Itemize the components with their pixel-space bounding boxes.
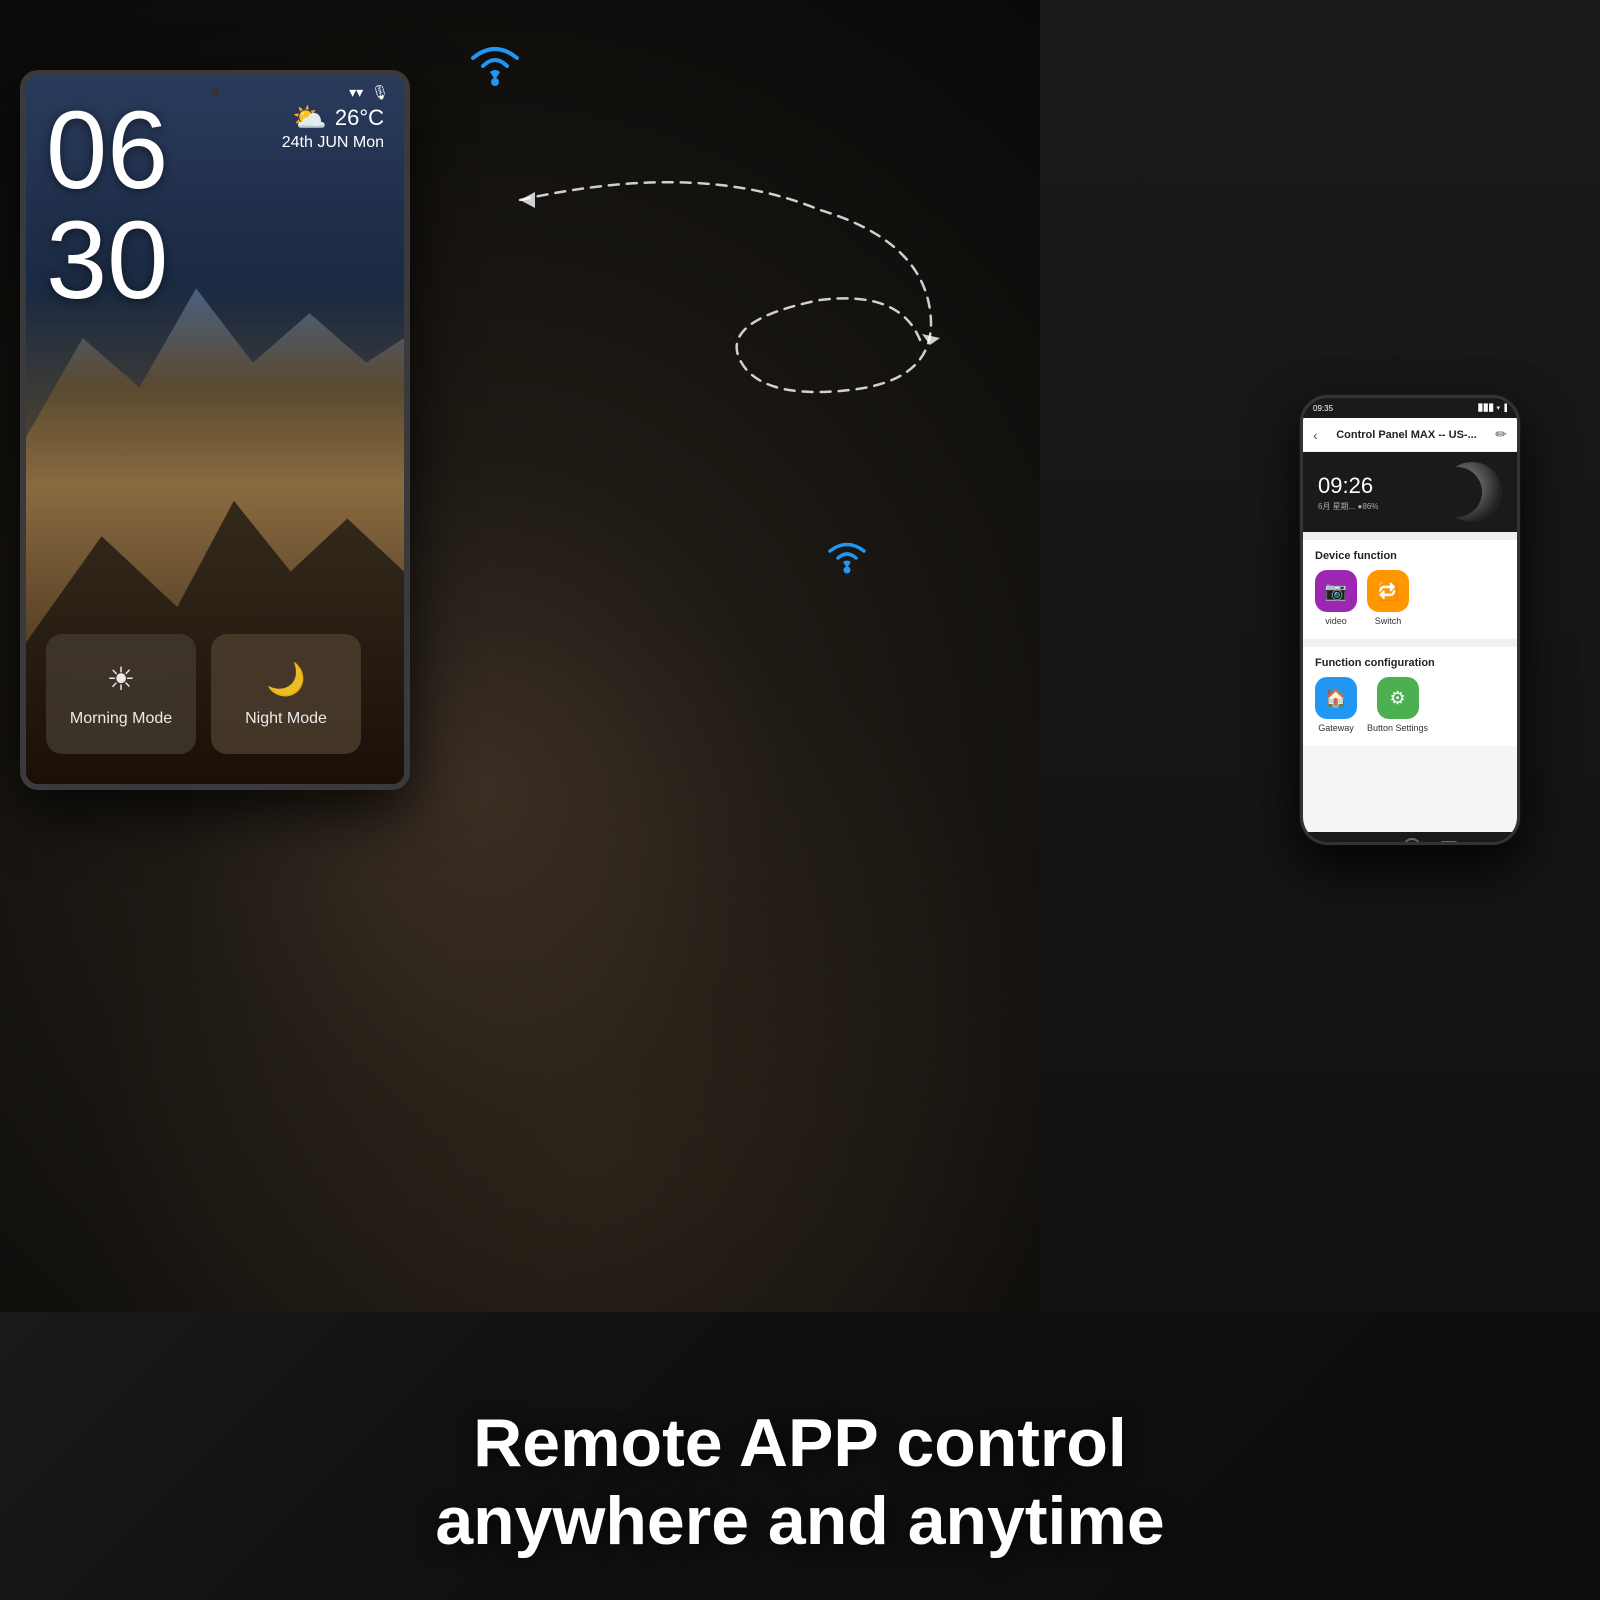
button-settings-label: Button Settings [1367, 723, 1428, 733]
gateway-icon-circle: 🏠 [1315, 677, 1357, 719]
night-mode-button[interactable]: 🌙 Night Mode [211, 634, 361, 754]
phone-app-header: ‹ Control Panel MAX -- US-... ✏ [1303, 418, 1517, 452]
tablet-weather: ⛅ 26°C 24th JUN Mon [282, 101, 384, 152]
function-item-switch[interactable]: 🔁 Switch [1367, 570, 1409, 626]
tablet-mic-icon: 🎙 [371, 84, 389, 101]
switch-icon: 🔁 [1377, 581, 1399, 602]
night-mode-label: Night Mode [245, 710, 327, 728]
phone-status-bar: 09:35 ▊▊▊ ▾ ▐ [1303, 398, 1517, 418]
phone-time: 09:35 [1313, 404, 1333, 413]
gateway-icon: 🏠 [1325, 688, 1347, 709]
preview-clock-time: 09:26 [1318, 473, 1378, 499]
phone-device-preview: 09:26 6月 星期... ●86% [1303, 452, 1517, 532]
phone-status-icons: ▊▊▊ ▾ ▐ [1478, 404, 1507, 412]
preview-date: 6月 星期... ●86% [1318, 501, 1378, 512]
phone-wifi-icon: ▾ [1497, 404, 1501, 412]
phone-device: 09:35 ▊▊▊ ▾ ▐ ‹ Control Panel MAX -- US-… [1300, 395, 1520, 845]
function-config-title: Function configuration [1315, 657, 1505, 669]
tablet-clock-minute: 30 [46, 206, 168, 316]
phone-battery-icon: ▐ [1502, 405, 1507, 412]
function-config-row: 🏠 Gateway ⚙ Button Settings [1315, 677, 1505, 733]
tablet-wifi-status-icon: ▾▾ [349, 84, 363, 101]
function-config-section: Function configuration 🏠 Gateway ⚙ Butto… [1303, 647, 1517, 746]
phone-back-button[interactable]: ‹ [1313, 427, 1318, 443]
tablet-screen: ▾▾ 🎙 06 30 ⛅ 26°C 24th JUN Mon ☀ Morning… [26, 76, 404, 784]
button-settings-icon: ⚙ [1389, 688, 1405, 709]
function-item-gateway[interactable]: 🏠 Gateway [1315, 677, 1357, 733]
tablet-clock-hour: 06 [46, 96, 168, 206]
tagline-line1: Remote APP control [60, 1404, 1540, 1482]
gateway-label: Gateway [1318, 723, 1354, 733]
morning-mode-label: Morning Mode [70, 710, 172, 728]
nav-back-icon[interactable] [1441, 841, 1457, 845]
device-function-row: 📷 video 🔁 Switch [1315, 570, 1505, 626]
bottom-tagline: Remote APP control anywhere and anytime [0, 1404, 1600, 1560]
phone-panel-title: Control Panel MAX -- US-... [1336, 429, 1477, 441]
preview-moon-image [1442, 462, 1502, 522]
tablet-top-bar: ▾▾ 🎙 [349, 84, 389, 101]
video-label: video [1325, 616, 1347, 626]
weather-temp: 26°C [335, 105, 384, 131]
tablet-camera [211, 88, 219, 96]
phone-edit-button[interactable]: ✏ [1495, 426, 1507, 443]
device-function-section: Device function 📷 video 🔁 Switch [1303, 540, 1517, 639]
tagline-line2: anywhere and anytime [60, 1482, 1540, 1560]
device-function-title: Device function [1315, 550, 1505, 562]
weather-icon: ⛅ [292, 101, 327, 134]
function-item-button-settings[interactable]: ⚙ Button Settings [1367, 677, 1428, 733]
wifi-signal-tablet-icon [460, 30, 530, 109]
phone-section-divider-2 [1303, 639, 1517, 647]
morning-mode-button[interactable]: ☀ Morning Mode [46, 634, 196, 754]
video-icon: 📷 [1325, 581, 1347, 602]
tablet-modes: ☀ Morning Mode 🌙 Night Mode [46, 634, 361, 754]
switch-icon-circle: 🔁 [1367, 570, 1409, 612]
weather-date: 24th JUN Mon [282, 134, 384, 152]
night-mode-icon: 🌙 [266, 660, 306, 698]
morning-mode-icon: ☀ [107, 660, 136, 698]
nav-home-icon[interactable] [1403, 838, 1421, 845]
switch-label: Switch [1375, 616, 1402, 626]
phone-nav-bar [1303, 832, 1517, 845]
function-item-video[interactable]: 📷 video [1315, 570, 1357, 626]
phone-section-divider [1303, 532, 1517, 540]
tablet-device: ▾▾ 🎙 06 30 ⛅ 26°C 24th JUN Mon ☀ Morning… [20, 70, 410, 790]
wifi-signal-phone-icon [820, 530, 875, 591]
phone-screen: ‹ Control Panel MAX -- US-... ✏ 09:26 6月… [1303, 418, 1517, 832]
tablet-clock: 06 30 [46, 96, 168, 316]
video-icon-circle: 📷 [1315, 570, 1357, 612]
phone-signal-icon: ▊▊▊ [1478, 404, 1494, 412]
button-settings-icon-circle: ⚙ [1377, 677, 1419, 719]
